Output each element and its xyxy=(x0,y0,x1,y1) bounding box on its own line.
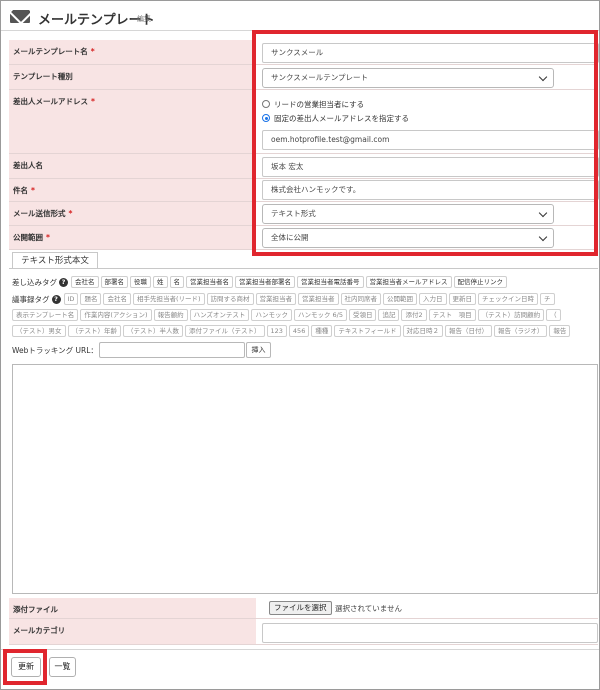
tag-chip[interactable]: 更新日 xyxy=(448,293,477,305)
tag-chip[interactable]: （テスト）男女 xyxy=(12,325,66,337)
record-tags-row: 議事録タグ? ID 題名 会社名 相手先担当者(リード) 訪問する商材 営業担当者 営業担当者… xyxy=(12,293,598,306)
tag-chip[interactable]: （ xyxy=(546,309,561,321)
tag-chip[interactable]: 名 xyxy=(169,276,184,288)
tag-chip[interactable]: 訪問する商材 xyxy=(206,293,254,305)
file-status: 選択されていません xyxy=(335,604,403,613)
tag-chip[interactable]: 添付ファイル（テスト） xyxy=(185,325,265,337)
list-button[interactable]: 一覧 xyxy=(49,657,76,677)
choose-file-button[interactable]: ファイルを選択 xyxy=(269,601,332,615)
tag-chip[interactable]: 添付2 xyxy=(401,309,427,321)
scope-label: 公開範囲 xyxy=(13,233,43,242)
tag-chip[interactable]: 姓 xyxy=(153,276,168,288)
tag-chip[interactable]: 営業担当者部署名 xyxy=(235,276,295,288)
tag-chip[interactable]: 部署名 xyxy=(100,276,128,288)
tag-chip[interactable]: 会社名 xyxy=(103,293,131,305)
tag-chip[interactable]: 営業担当者電話番号 xyxy=(297,276,364,288)
record-tag-list: （テスト）男女 （テスト）年齢 （テスト）半人数 添付ファイル（テスト） 123 456 種… xyxy=(12,325,572,337)
footer-divider xyxy=(1,649,599,650)
tag-chip[interactable]: 123 xyxy=(266,325,287,337)
tag-chip[interactable]: チェックイン日時 xyxy=(478,293,539,305)
tag-chip[interactable]: 入力日 xyxy=(419,293,447,305)
record-tags-label: 議事録タグ xyxy=(12,294,50,304)
tag-chip[interactable]: 営業担当者名 xyxy=(186,276,233,288)
tag-chip[interactable]: 営業担当者 xyxy=(298,293,339,305)
record-tags-row-2: 表示テンプレート名 作業内容(アクション) 報告顧約 ハンズオンテスト ハンモック ハンモ… xyxy=(12,309,598,322)
format-label: メール送信形式 xyxy=(13,209,66,218)
tag-chip[interactable]: 配信停止リンク xyxy=(453,276,507,288)
mail-icon xyxy=(10,10,30,23)
tag-chip[interactable]: 表示テンプレート名 xyxy=(12,309,79,321)
sender-name-label: 差出人名 xyxy=(13,161,43,170)
sender-email-label: 差出人メールアドレス xyxy=(13,97,88,106)
required-mark: * xyxy=(68,209,73,218)
insert-tags-row: 差し込みタグ? 会社名 部署名 役職姓名営業担当者名 営業担当者部署名 営業担当者電話番号… xyxy=(12,276,598,289)
tag-chip[interactable]: 報告（ラジオ） xyxy=(494,325,548,337)
category-input[interactable] xyxy=(262,623,598,643)
tag-chip[interactable]: 会社名 xyxy=(71,276,99,288)
insert-tag-list: 会社名 部署名 役職姓名営業担当者名 営業担当者部署名 営業担当者電話番号 営業担当者メー… xyxy=(71,276,509,288)
tab-text-body[interactable]: テキスト形式本文 xyxy=(12,252,98,269)
tag-chip[interactable]: 追記 xyxy=(378,309,400,321)
tag-chip[interactable]: 456 xyxy=(288,325,310,337)
tag-chip[interactable]: 公開範囲 xyxy=(383,293,418,305)
tag-chip[interactable]: テキストフィールド xyxy=(334,325,401,337)
page-header: メールテンプレート 編集 xyxy=(1,1,599,31)
record-tag-list: ID 題名 会社名 相手先担当者(リード) 訪問する商材 営業担当者 営業担当者 社内同席者公… xyxy=(63,293,557,305)
required-mark: * xyxy=(31,186,35,195)
tag-chip[interactable]: 対応日時２ xyxy=(402,325,444,337)
tag-chip[interactable]: 受領日 xyxy=(348,309,377,321)
tracking-url-label: Webトラッキング URL： xyxy=(12,346,98,355)
insert-tags-label: 差し込みタグ xyxy=(12,277,57,287)
tag-chip[interactable]: 営業担当者 xyxy=(255,293,297,305)
tracking-url-input[interactable] xyxy=(99,342,245,358)
tag-chip[interactable]: （テスト）半人数 xyxy=(123,325,183,337)
row-attachment: 添付ファイル ファイルを選択 選択されていません xyxy=(9,598,598,619)
highlight-box-update xyxy=(3,649,47,685)
tag-chip[interactable]: ハンズオンテスト xyxy=(189,309,250,321)
page-subtitle: 編集 xyxy=(137,15,151,23)
required-mark: * xyxy=(90,47,95,56)
tag-chip[interactable]: 作業内容(アクション) xyxy=(80,309,152,321)
tag-chip[interactable]: 報告 xyxy=(549,325,571,337)
tag-chip[interactable]: 社内同席者 xyxy=(340,293,382,305)
tag-chip[interactable]: チ xyxy=(540,293,555,305)
tag-chip[interactable]: 報告（日付） xyxy=(445,325,493,337)
tag-chip[interactable]: 題名 xyxy=(80,293,102,305)
tab-divider xyxy=(9,268,598,269)
highlight-box-fields xyxy=(252,30,598,256)
template-name-label: メールテンプレート名 xyxy=(13,47,88,56)
subject-label: 件名 xyxy=(13,186,28,195)
tag-chip[interactable]: 報告顧約 xyxy=(153,309,188,321)
body-textarea[interactable] xyxy=(12,364,598,594)
tag-chip[interactable]: 役職 xyxy=(130,276,151,288)
row-category: メールカテゴリ xyxy=(9,619,598,645)
tag-chip[interactable]: ハンモック xyxy=(251,309,292,321)
tag-chip[interactable]: （テスト）年齢 xyxy=(67,325,121,337)
tag-chip[interactable]: （テスト）訪問顧約 xyxy=(477,309,545,321)
tag-chip[interactable]: テスト 項目 xyxy=(428,309,476,321)
tag-chip[interactable]: ID xyxy=(63,293,79,305)
insert-button[interactable]: 挿入 xyxy=(246,342,271,358)
category-label: メールカテゴリ xyxy=(13,626,66,635)
tag-chip[interactable]: 営業担当者メールアドレス xyxy=(365,276,452,288)
record-tags-row-3: （テスト）男女 （テスト）年齢 （テスト）半人数 添付ファイル（テスト） 123 456 種… xyxy=(12,325,598,338)
help-icon[interactable]: ? xyxy=(59,277,68,287)
tag-chip[interactable]: 種種 xyxy=(311,325,333,337)
record-tag-list: 表示テンプレート名 作業内容(アクション) 報告顧約 ハンズオンテスト ハンモック ハンモ… xyxy=(12,309,563,321)
required-mark: * xyxy=(46,233,50,242)
tag-chip[interactable]: 相手先担当者(リード) xyxy=(132,293,205,305)
attachment-label: 添付ファイル xyxy=(13,605,58,614)
tag-chip[interactable]: ハンモック 6/5 xyxy=(293,309,347,321)
required-mark: * xyxy=(91,97,95,106)
help-icon[interactable]: ? xyxy=(51,294,61,304)
template-type-label: テンプレート種別 xyxy=(13,72,73,81)
